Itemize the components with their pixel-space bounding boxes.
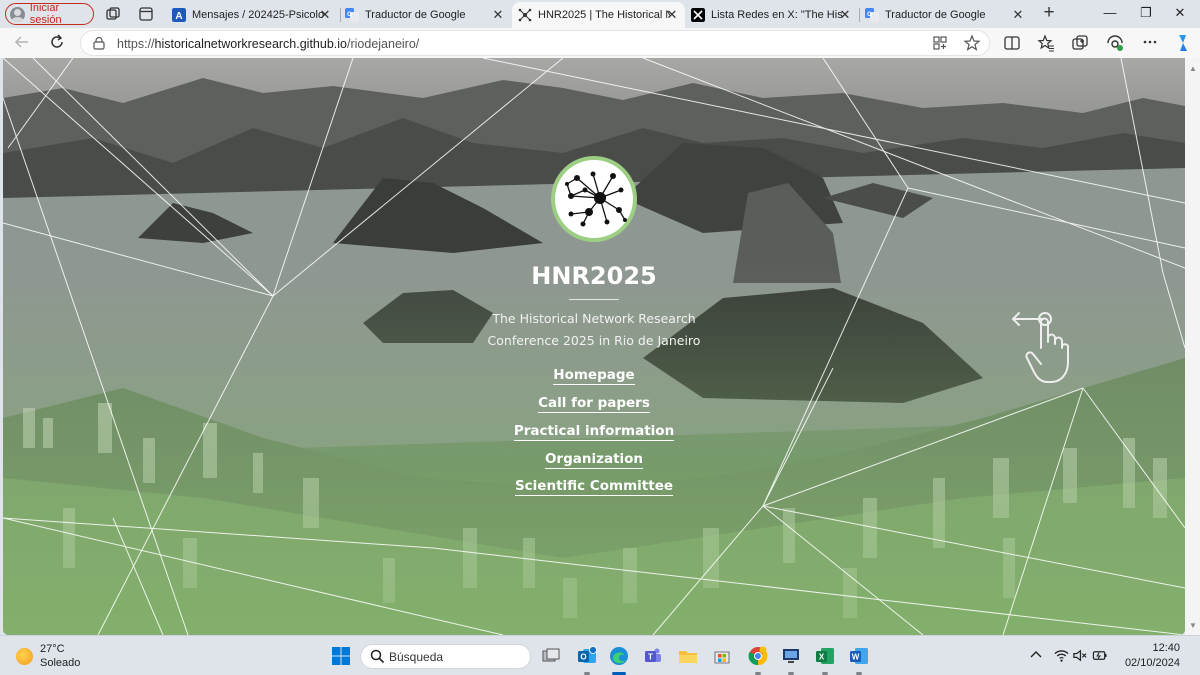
tab-close-icon[interactable]: ✕ [1011,7,1025,23]
svg-text:G: G [347,11,352,18]
svg-text:A: A [175,11,182,22]
favorite-star-icon[interactable] [963,34,981,52]
tab-close-icon[interactable]: ✕ [665,7,679,23]
chevron-up-icon [1030,651,1042,658]
svg-text:W: W [852,653,860,662]
clock-date[interactable]: 02/10/2024 [1117,657,1180,669]
browser-essentials-icon[interactable] [1106,34,1124,52]
a-letter-icon: A [172,8,186,22]
network-graph-icon [565,171,627,227]
teams-icon[interactable]: T [643,646,663,666]
search-placeholder: Búsqueda [389,650,444,664]
url-path: /riodejaneiro/ [347,37,420,51]
svg-text:G: G [867,11,872,18]
microsoft-store-icon[interactable] [712,646,732,666]
word-icon[interactable]: W [849,646,869,666]
scroll-up-icon[interactable]: ▲ [1189,64,1197,73]
network-icon [518,8,532,22]
tab-title: HNR2025 | The Historical Network [538,9,670,21]
weather-sun-icon[interactable] [16,648,33,665]
copilot-icon[interactable] [1173,33,1193,53]
nav-practical-information: Practical information [3,422,1185,441]
tab-actions-icon[interactable] [137,5,155,23]
profile-button[interactable]: Iniciar sesión [5,2,94,26]
windows-taskbar: 27°C Soleado Búsqueda O T X W 12:40 02/1… [0,635,1200,675]
nav-scientific-committee: Scientific Committee [3,477,1185,496]
hnr-logo [551,156,637,242]
volume-muted-icon[interactable] [1072,648,1087,663]
nav-organization: Organization [3,450,1185,469]
split-screen-icon[interactable] [1003,34,1021,52]
refresh-button[interactable] [47,33,67,53]
tab-close-icon[interactable]: ✕ [838,7,852,23]
task-view-icon[interactable] [541,646,561,666]
windows-start-icon[interactable] [331,646,351,666]
clock-time[interactable]: 12:40 [1140,642,1180,654]
url-scheme: https:// [117,37,155,51]
address-bar[interactable]: https://historicalnetworkresearch.github… [80,30,990,56]
url-text: https://historicalnetworkresearch.github… [117,37,419,51]
remote-desktop-icon[interactable] [781,646,801,666]
page-title: HNR2025 [531,262,657,290]
google-translate-icon: G [345,8,359,22]
tab-lista-x[interactable]: Lista Redes en X: "The Historical ✕ [685,2,858,28]
back-button[interactable] [12,33,32,53]
tab-traductor-1[interactable]: G Traductor de Google ✕ [339,2,511,28]
close-window-button[interactable]: ✕ [1160,3,1200,25]
app-available-icon[interactable] [931,34,949,52]
swipe-left-hand-icon [1012,312,1069,383]
x-icon [691,8,705,22]
wifi-icon[interactable] [1054,648,1069,663]
svg-text:T: T [648,653,653,662]
tab-traductor-2[interactable]: G Traductor de Google ✕ [859,2,1031,28]
tab-title: Lista Redes en X: "The Historical [711,9,843,21]
tab-strip: Iniciar sesión A Mensajes / 202425-Psico… [0,0,1200,28]
tab-close-icon[interactable]: ✕ [318,7,332,23]
tab-close-icon[interactable]: ✕ [491,7,505,23]
scroll-down-icon[interactable]: ▼ [1189,621,1197,630]
taskbar-search[interactable]: Búsqueda [360,644,531,669]
weather-temperature[interactable]: 27°C [40,643,65,655]
edge-icon[interactable] [609,646,629,666]
nav-scientific-committee-link[interactable]: Scientific Committee [514,478,674,496]
show-hidden-icons[interactable] [1030,649,1042,662]
svg-text:O: O [580,653,586,662]
tab-mensajes[interactable]: A Mensajes / 202425-Psicología ✕ [166,2,338,28]
tab-title: Mensajes / 202425-Psicología [192,9,324,21]
nav-organization-link[interactable]: Organization [544,451,644,469]
tab-title: Traductor de Google [365,9,466,21]
tab-hnr2025[interactable]: HNR2025 | The Historical Network ✕ [512,2,685,28]
profile-label: Iniciar sesión [29,2,62,26]
nav-call-for-papers-link[interactable]: Call for papers [538,395,650,413]
chrome-icon[interactable] [748,646,768,666]
favorites-icon[interactable] [1037,34,1055,52]
site-info-icon[interactable] [93,37,105,50]
profile-avatar-icon [10,6,25,22]
tab-title: Traductor de Google [885,9,986,21]
battery-icon[interactable] [1092,648,1108,663]
refresh-icon [51,34,63,48]
workspaces-icon[interactable] [104,5,122,23]
minimize-button[interactable]: — [1090,3,1130,25]
new-tab-button[interactable]: + [1038,2,1060,24]
outlook-icon[interactable]: O [577,646,597,666]
browser-toolbar: https://historicalnetworkresearch.github… [0,28,1200,58]
file-explorer-icon[interactable] [678,646,698,666]
title-divider [569,299,619,300]
page-viewport: HNR2025 The Historical Network Research … [3,58,1185,635]
weather-description[interactable]: Soleado [40,657,80,669]
settings-more-button[interactable] [1140,33,1160,53]
url-host: historicalnetworkresearch.github.io [154,37,347,51]
excel-icon[interactable]: X [815,646,835,666]
nav-practical-information-link[interactable]: Practical information [513,423,675,441]
search-icon [370,649,385,664]
nav-call-for-papers: Call for papers [3,394,1185,413]
nav-homepage-link[interactable]: Homepage [553,367,635,385]
more-dots-icon [1143,40,1157,44]
back-arrow-icon [14,36,28,48]
page-scrollbar[interactable]: ▲ ▼ [1185,58,1200,635]
google-translate-icon: G [865,8,879,22]
collections-icon[interactable] [1071,34,1089,52]
svg-text:X: X [819,653,825,662]
